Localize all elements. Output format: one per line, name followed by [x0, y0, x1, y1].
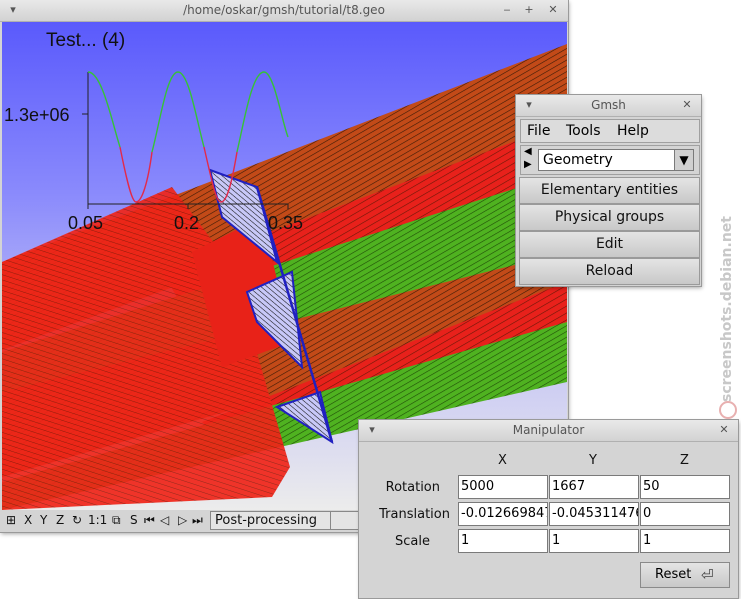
- watermark: screenshots.debian.net: [714, 185, 741, 425]
- reset-button-label: Reset: [655, 567, 692, 582]
- chevron-down-icon[interactable]: ▼: [674, 150, 693, 170]
- module-prev-icon[interactable]: ◀: [524, 146, 532, 157]
- module-select[interactable]: Geometry ▼: [538, 149, 694, 171]
- module-select-value: Geometry: [543, 152, 613, 168]
- plot-y-label: 1.3e+06: [4, 105, 70, 125]
- manipulator-titlebar[interactable]: ▾ Manipulator ✕: [359, 420, 738, 442]
- physical-groups-button[interactable]: Physical groups: [519, 204, 700, 231]
- menu-file[interactable]: File: [527, 123, 550, 139]
- scale-y-field[interactable]: 1: [549, 529, 639, 553]
- reset-button[interactable]: Reset ⏎: [640, 562, 730, 588]
- rotation-y-field[interactable]: 1667: [549, 475, 639, 499]
- gmsh-window-title: Gmsh: [591, 98, 626, 112]
- plot-curve-green: [87, 71, 289, 153]
- scale-z-field[interactable]: 1: [640, 529, 730, 553]
- watermark-text: screenshots.debian.net: [719, 216, 735, 402]
- plot-x-tick-3: 0.35: [268, 213, 303, 233]
- column-header-z: Z: [680, 453, 689, 468]
- scale-label: Scale: [395, 534, 430, 549]
- rotation-z-field[interactable]: 50: [640, 475, 730, 499]
- plot-x-tick-2: 0.2: [174, 213, 199, 233]
- scale-x-field[interactable]: 1: [458, 529, 548, 553]
- main-titlebar[interactable]: ▾ /home/oskar/gmsh/tutorial/t8.geo ‒ + ✕: [0, 0, 568, 22]
- return-icon: ⏎: [701, 566, 714, 584]
- menu-tools[interactable]: Tools: [566, 123, 601, 139]
- cube-icon[interactable]: ⧉: [112, 513, 121, 528]
- gmsh-window: ▾ Gmsh ✕ File Tools Help ◀ ▶ Geometry ▼ …: [516, 95, 701, 286]
- view-x-button[interactable]: X: [24, 513, 32, 527]
- rotation-label: Rotation: [385, 480, 440, 495]
- next-step-icon[interactable]: ⏭: [192, 513, 203, 528]
- translation-z-field[interactable]: 0: [640, 502, 730, 526]
- manipulator-window: ▾ Manipulator ✕ X Y Z Rotation 5000 1667…: [359, 420, 738, 598]
- first-step-icon[interactable]: ⏮: [144, 513, 155, 528]
- rotate-icon[interactable]: ↻: [72, 513, 82, 527]
- edit-button[interactable]: Edit: [519, 231, 700, 258]
- view-z-button[interactable]: Z: [56, 513, 64, 527]
- translation-label: Translation: [379, 507, 450, 522]
- gmsh-menubar: File Tools Help: [520, 119, 700, 143]
- layout-icon[interactable]: ⊞: [6, 513, 16, 527]
- close-icon[interactable]: ✕: [546, 3, 560, 16]
- prev-step-icon[interactable]: ◁: [160, 513, 169, 527]
- gmsh-titlebar[interactable]: ▾ Gmsh ✕: [516, 95, 701, 117]
- menu-help[interactable]: Help: [617, 123, 649, 139]
- column-header-y: Y: [589, 453, 597, 468]
- column-header-x: X: [498, 453, 507, 468]
- view-y-button[interactable]: Y: [40, 513, 47, 527]
- elementary-entities-button[interactable]: Elementary entities: [519, 177, 700, 204]
- plot-x-tick-1: 0.05: [68, 213, 103, 233]
- module-nav: ◀ ▶ Geometry ▼: [520, 145, 700, 175]
- gmsh-close-icon[interactable]: ✕: [680, 98, 694, 111]
- rotation-x-field[interactable]: 5000: [458, 475, 548, 499]
- manipulator-window-title: Manipulator: [512, 423, 585, 437]
- select-button[interactable]: S: [130, 513, 138, 527]
- module-next-icon[interactable]: ▶: [524, 159, 532, 170]
- maximize-icon[interactable]: +: [522, 3, 536, 16]
- minimize-icon[interactable]: ‒: [500, 3, 514, 16]
- plot-title: Test... (4): [46, 30, 125, 51]
- status-message: Post-processing: [210, 511, 332, 530]
- main-window-title: /home/oskar/gmsh/tutorial/t8.geo: [183, 3, 385, 17]
- reload-button[interactable]: Reload: [519, 258, 700, 285]
- play-icon[interactable]: ▷: [178, 513, 187, 527]
- translation-x-field[interactable]: -0.012669847: [458, 502, 548, 526]
- debian-logo-icon: [719, 401, 737, 419]
- translation-y-field[interactable]: -0.045311476: [549, 502, 639, 526]
- scale-button[interactable]: 1:1: [88, 513, 107, 527]
